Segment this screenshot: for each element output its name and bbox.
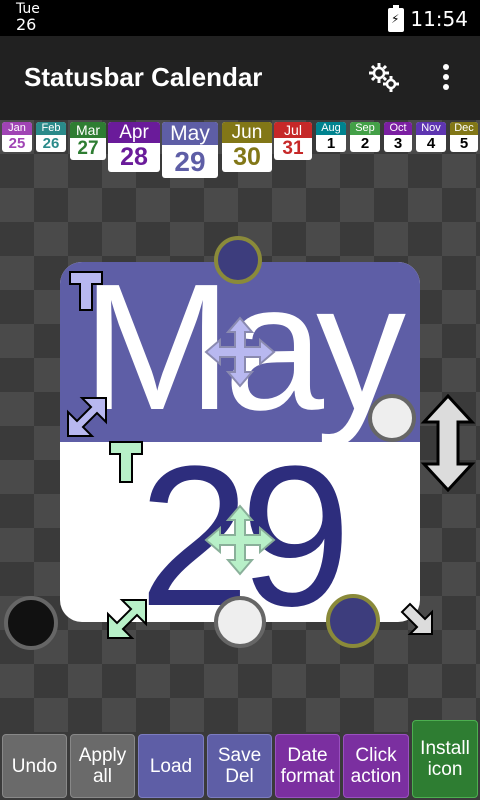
month-tile-nov[interactable]: Nov 4 <box>416 122 446 152</box>
month-tile-apr[interactable]: Apr 28 <box>108 122 160 172</box>
status-day-number: 26 <box>16 15 37 34</box>
install-icon-button[interactable]: Install icon <box>412 720 478 798</box>
month-color-handle[interactable] <box>368 394 416 442</box>
month-tile-name: Jun <box>222 122 272 143</box>
month-tile-jun[interactable]: Jun 30 <box>222 122 272 172</box>
month-tile-day: 26 <box>42 135 60 152</box>
app-bar: Statusbar Calendar <box>0 36 480 120</box>
month-tile-jul[interactable]: Jul 31 <box>274 122 312 160</box>
save-delete-button[interactable]: Save Del <box>207 734 272 798</box>
gear-icon[interactable] <box>366 60 402 96</box>
shadow-color-handle[interactable] <box>4 596 58 650</box>
month-tile-day: 4 <box>426 135 436 152</box>
month-tile-day: 25 <box>8 135 26 152</box>
month-tile-day: 2 <box>360 135 370 152</box>
month-tile-name: Jul <box>274 122 312 138</box>
month-tile-day: 1 <box>326 135 336 152</box>
month-tile-day: 30 <box>233 143 261 171</box>
move-day-top-icon[interactable] <box>108 440 144 484</box>
month-tile-name: Mar <box>70 122 106 138</box>
top-edge-handle[interactable] <box>214 236 262 284</box>
more-vert-icon[interactable] <box>436 64 456 92</box>
month-tile-name: Oct <box>384 122 412 135</box>
undo-button[interactable]: Undo <box>2 734 67 798</box>
month-tile-day: 31 <box>282 138 304 159</box>
month-tile-name: Dec <box>450 122 478 135</box>
month-tile-may[interactable]: May 29 <box>162 122 218 178</box>
month-tile-jan[interactable]: Jan 25 <box>2 122 32 152</box>
month-tile-name: May <box>162 122 218 145</box>
click-action-button[interactable]: Click action <box>343 734 409 798</box>
month-tile-mar[interactable]: Mar 27 <box>70 122 106 160</box>
background-color-handle[interactable] <box>214 596 266 648</box>
month-tile-day: 5 <box>459 135 469 152</box>
status-date: Tue 26 <box>16 2 40 34</box>
battery-charging-icon: ⚡ <box>388 5 404 32</box>
move-top-icon[interactable] <box>68 270 104 312</box>
month-strip: Jan 25 Feb 26 Mar 27 Apr 28 May 29 Jun 30 Jul 31 Aug 1 S… <box>0 120 480 180</box>
month-tile-day: 28 <box>120 143 148 171</box>
move-day-icon[interactable] <box>204 504 276 576</box>
month-tile-name: Sep <box>350 122 380 135</box>
status-bar: Tue 26 ⚡ 11:54 <box>0 0 480 36</box>
resize-month-icon[interactable] <box>66 396 108 438</box>
month-tile-sep[interactable]: Sep 2 <box>350 122 380 152</box>
month-tile-name: Jan <box>2 122 32 135</box>
date-format-button[interactable]: Date format <box>275 734 340 798</box>
month-tile-dec[interactable]: Dec 5 <box>450 122 478 152</box>
bottom-toolbar: Undo Apply all Load Save Del Date format… <box>0 720 480 800</box>
resize-corner-icon[interactable] <box>398 600 434 636</box>
apply-all-button[interactable]: Apply all <box>70 734 135 798</box>
month-tile-aug[interactable]: Aug 1 <box>316 122 346 152</box>
status-time: 11:54 <box>410 7 468 31</box>
month-tile-name: Apr <box>108 122 160 143</box>
move-month-icon[interactable] <box>204 316 276 388</box>
month-tile-day: 29 <box>174 146 206 177</box>
month-tile-name: Nov <box>416 122 446 135</box>
month-tile-oct[interactable]: Oct 3 <box>384 122 412 152</box>
month-tile-feb[interactable]: Feb 26 <box>36 122 66 152</box>
month-tile-name: Feb <box>36 122 66 135</box>
month-tile-day: 3 <box>393 135 403 152</box>
month-tile-day: 27 <box>77 138 99 159</box>
resize-height-icon[interactable] <box>420 394 476 492</box>
resize-day-icon[interactable] <box>106 598 148 640</box>
day-color-handle[interactable] <box>326 594 380 648</box>
load-button[interactable]: Load <box>138 734 204 798</box>
app-title: Statusbar Calendar <box>24 62 263 92</box>
month-tile-name: Aug <box>316 122 346 135</box>
